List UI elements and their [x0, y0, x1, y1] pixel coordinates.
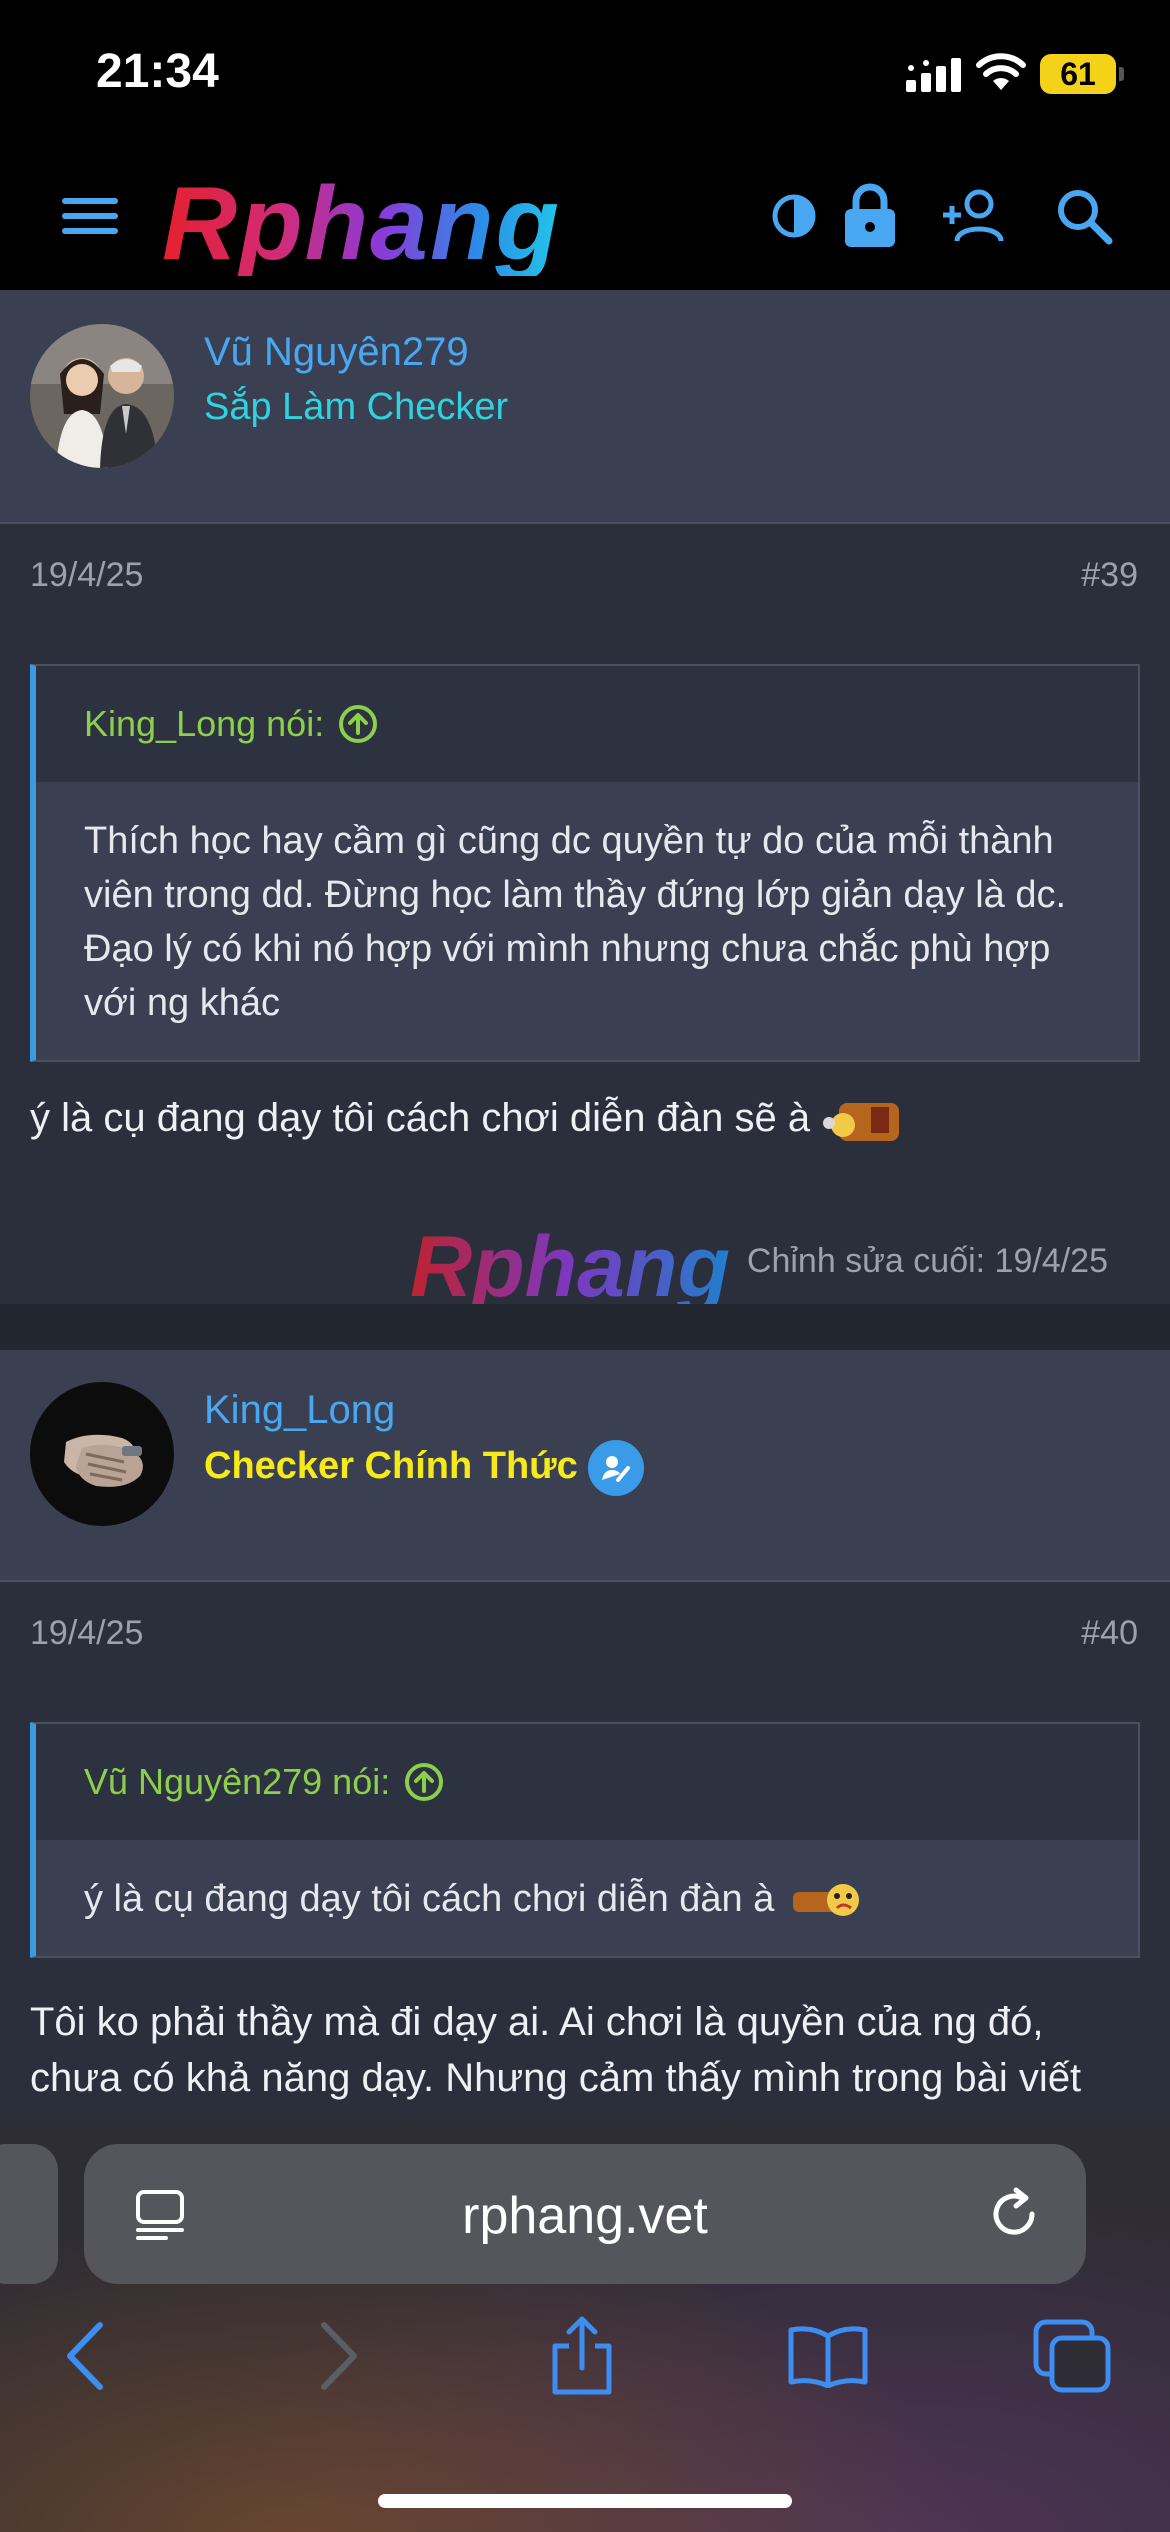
- sticker-emoji-icon: [823, 1103, 900, 1142]
- quote-content: ý là cụ đang dạy tôi cách chơi diễn đàn …: [36, 1840, 1138, 1956]
- chevron-left-icon: [67, 2322, 103, 2390]
- post-header: Vũ Nguyên279 Sắp Làm Checker: [0, 292, 1170, 524]
- avatar[interactable]: [30, 1382, 174, 1526]
- quote-header[interactable]: King_Long nói:: [36, 666, 1138, 782]
- bookmarks-button[interactable]: [786, 2314, 870, 2398]
- address-bar[interactable]: rphang.vet: [84, 2144, 1086, 2284]
- quote-text: ý là cụ đang dạy tôi cách chơi diễn đàn …: [84, 1878, 775, 1920]
- post-date[interactable]: 19/4/25: [30, 556, 143, 595]
- tabs-button[interactable]: [1030, 2314, 1114, 2398]
- quote-text: Thích học hay cầm gì cũng dc quyền tự do…: [84, 820, 1067, 1024]
- menu-icon[interactable]: [54, 180, 126, 252]
- reload-icon[interactable]: [982, 2182, 1046, 2246]
- site-watermark: Rphang: [410, 1219, 731, 1315]
- search-icon[interactable]: [1048, 180, 1120, 252]
- post-number[interactable]: #39: [1081, 556, 1138, 595]
- share-icon: [552, 2316, 612, 2395]
- jump-to-quote-icon[interactable]: [338, 704, 378, 744]
- last-edited: Chỉnh sửa cuối: 19/4/25: [746, 1242, 1108, 1280]
- lock-icon[interactable]: [834, 180, 906, 252]
- post-author[interactable]: Vũ Nguyên279: [204, 330, 469, 375]
- post-author[interactable]: King_Long: [204, 1388, 395, 1433]
- register-icon[interactable]: [938, 180, 1010, 252]
- book-icon: [788, 2326, 868, 2388]
- post-message-text: ý là cụ đang dạy tôi cách chơi diễn đàn …: [30, 1096, 811, 1140]
- status-time: 21:34: [96, 45, 219, 98]
- sticker-emoji-icon: [792, 1883, 859, 1916]
- wifi-icon: [976, 53, 1026, 90]
- chevron-right-icon: [321, 2322, 357, 2390]
- post-body: 19/4/25 #39 King_Long nói: Thích học hay…: [0, 524, 1170, 1304]
- post-message: ý là cụ đang dạy tôi cách chơi diễn đàn …: [30, 1090, 1140, 1146]
- quote-block: Vũ Nguyên279 nói: ý là cụ đang dạy tôi c…: [30, 1722, 1140, 1958]
- post-number[interactable]: #40: [1081, 1614, 1138, 1653]
- user-title: Sắp Làm Checker: [204, 386, 509, 428]
- checker-badge-icon: [587, 1440, 644, 1496]
- tabs-icon: [1033, 2319, 1111, 2393]
- cellular-signal-icon: [906, 58, 961, 92]
- quote-header[interactable]: Vũ Nguyên279 nói:: [36, 1724, 1138, 1840]
- quote-author[interactable]: Vũ Nguyên279 nói:: [84, 1761, 390, 1803]
- user-title: Checker Chính Thức: [204, 1440, 644, 1496]
- post-message: Tôi ko phải thầy mà đi dạy ai. Ai chơi l…: [30, 2000, 1082, 2100]
- browser-toolbar: rphang.vet: [0, 2118, 1170, 2532]
- quote-block: King_Long nói: Thích học hay cầm gì cũng…: [30, 664, 1140, 1062]
- home-indicator[interactable]: [378, 2494, 792, 2508]
- post-header: King_Long Checker Chính Thức: [0, 1350, 1170, 1582]
- post-body: 19/4/25 #40 Vũ Nguyên279 nói: ý là cụ đa…: [0, 1582, 1170, 2122]
- share-button[interactable]: [540, 2314, 624, 2398]
- user-title-text: Checker Chính Thức: [204, 1445, 578, 1488]
- theme-toggle-icon[interactable]: [758, 180, 830, 252]
- url-text[interactable]: rphang.vet: [84, 2186, 1086, 2246]
- post-separator: [0, 1304, 1170, 1350]
- post-date[interactable]: 19/4/25: [30, 1614, 143, 1653]
- avatar[interactable]: [30, 324, 174, 468]
- status-bar: 21:34 61: [0, 0, 1170, 150]
- battery-indicator: 61: [1040, 54, 1124, 94]
- quote-author[interactable]: King_Long nói:: [84, 703, 324, 745]
- previous-tab-preview[interactable]: [0, 2144, 58, 2284]
- site-logo[interactable]: Rphang: [162, 172, 561, 276]
- forward-button[interactable]: [296, 2314, 380, 2398]
- back-button[interactable]: [44, 2314, 128, 2398]
- jump-to-quote-icon[interactable]: [404, 1762, 444, 1802]
- site-header: Rphang: [0, 150, 1170, 292]
